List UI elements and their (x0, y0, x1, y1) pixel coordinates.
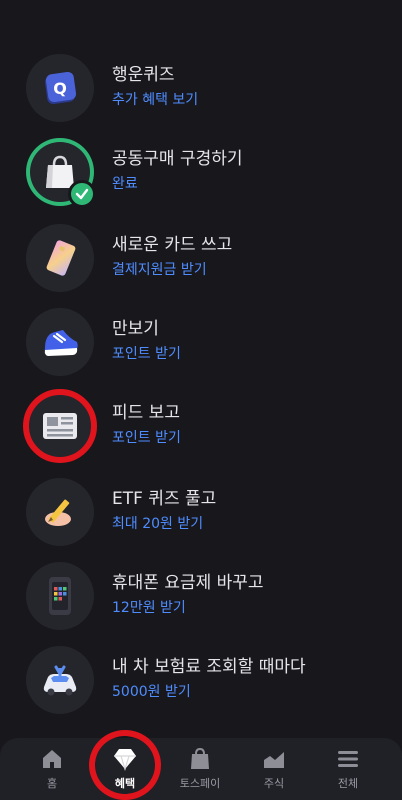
item-title: 공동구매 구경하기 (112, 149, 243, 169)
item-title: 휴대폰 요금제 바꾸고 (112, 573, 264, 593)
home-icon (39, 746, 65, 772)
item-title: ETF 퀴즈 풀고 (112, 489, 217, 509)
check-icon (68, 180, 96, 208)
item-subtitle: 5000원 받기 (112, 684, 191, 700)
nav-home[interactable]: 홈 (22, 746, 82, 796)
diamond-icon (112, 746, 138, 772)
car-icon (26, 646, 94, 714)
nav-label: 토스페이 (179, 777, 221, 790)
benefit-item-group-buy[interactable]: 공동구매 구경하기 완료 (0, 132, 402, 212)
menu-icon (335, 746, 361, 772)
nav-all[interactable]: 전체 (318, 746, 378, 796)
pencil-hand-icon (26, 478, 94, 546)
benefit-item-etf-quiz[interactable]: ETF 퀴즈 풀고 최대 20원 받기 (0, 472, 402, 552)
benefit-item-phone-plan[interactable]: 휴대폰 요금제 바꾸고 12만원 받기 (0, 556, 402, 636)
nav-toss-pay[interactable]: 토스페이 (170, 746, 230, 796)
item-subtitle: 최대 20원 받기 (112, 516, 204, 532)
benefit-item-lucky-quiz[interactable]: Q 행운퀴즈 추가 혜택 보기 (0, 48, 402, 128)
benefit-item-car-insurance[interactable]: 내 차 보험료 조회할 때마다 5000원 받기 (0, 640, 402, 720)
item-subtitle: 결제지원금 받기 (112, 262, 207, 278)
nav-benefits[interactable]: 혜택 (95, 746, 155, 796)
shopping-bag-icon (26, 138, 96, 208)
item-subtitle: 포인트 받기 (112, 430, 181, 446)
item-subtitle: 포인트 받기 (112, 346, 181, 362)
item-subtitle: 12만원 받기 (112, 600, 186, 616)
item-title: 내 차 보험료 조회할 때마다 (112, 657, 306, 677)
item-title: 새로운 카드 쓰고 (112, 235, 233, 255)
svg-text:Q: Q (53, 79, 67, 98)
sneaker-icon (26, 308, 94, 376)
item-title: 피드 보고 (112, 403, 180, 423)
chart-icon (261, 746, 287, 772)
benefit-item-pedometer[interactable]: 만보기 포인트 받기 (0, 302, 402, 382)
newspaper-icon (26, 392, 94, 460)
item-title: 행운퀴즈 (112, 65, 175, 85)
nav-label: 홈 (46, 777, 58, 790)
nav-stocks[interactable]: 주식 (244, 746, 304, 796)
item-subtitle: 추가 혜택 보기 (112, 92, 199, 108)
quiz-q-icon: Q (26, 54, 94, 122)
item-subtitle: 완료 (112, 176, 138, 192)
item-title: 만보기 (112, 319, 159, 339)
nav-label: 주식 (263, 777, 285, 790)
benefit-item-feed[interactable]: 피드 보고 포인트 받기 (0, 386, 402, 466)
phone-icon (26, 562, 94, 630)
card-icon (26, 224, 94, 292)
benefits-screen: Q 행운퀴즈 추가 혜택 보기 공동구매 구경하기 완료 새로운 카드 쓰고 결… (0, 0, 402, 800)
bottom-navigation: 홈 혜택 토스페이 주식 전체 (0, 738, 402, 800)
nav-label: 혜택 (114, 777, 136, 790)
benefit-item-new-card[interactable]: 새로운 카드 쓰고 결제지원금 받기 (0, 218, 402, 298)
shopping-bag-icon (187, 746, 213, 772)
nav-label: 전체 (337, 777, 359, 790)
